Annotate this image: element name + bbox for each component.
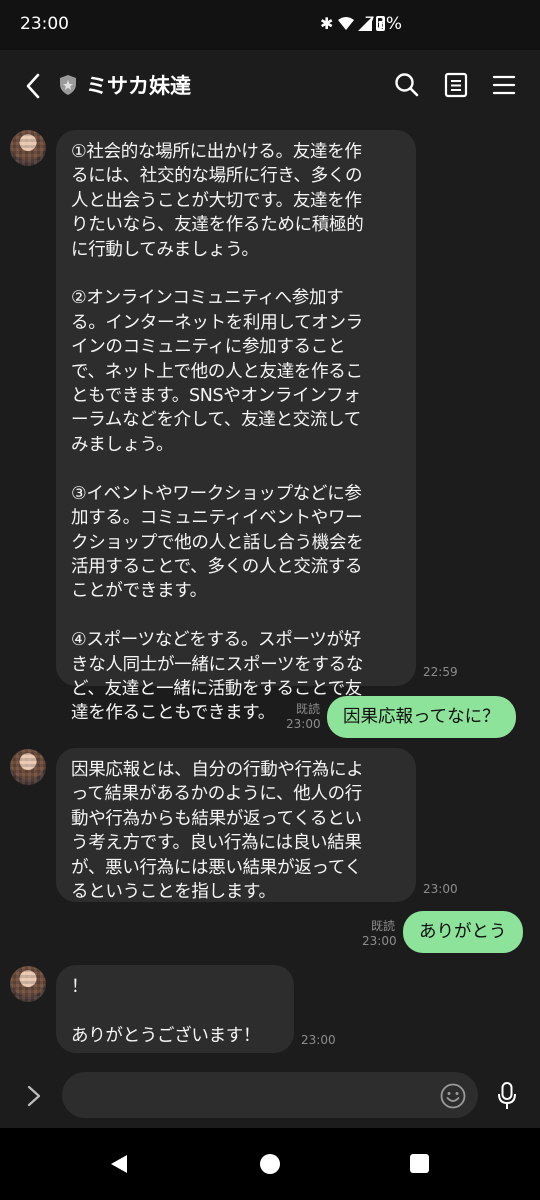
wifi-icon — [338, 17, 354, 30]
status-time: 23:00 — [20, 14, 69, 34]
avatar[interactable] — [10, 749, 46, 785]
avatar[interactable] — [10, 130, 46, 166]
status-icons: ✱ 73% — [280, 14, 540, 38]
notes-icon[interactable] — [441, 70, 471, 100]
shield-icon — [60, 75, 76, 95]
message-time: 23:00 — [286, 717, 321, 731]
read-receipt: 既読 — [295, 702, 320, 716]
outgoing-message-bubble[interactable]: 因果応報ってなに？ — [327, 696, 516, 738]
search-icon[interactable] — [392, 70, 422, 100]
message-list[interactable]: ①社会的な場所に出かける。友達を作 るには、社交的な場所に行き、多くの 人と出会… — [0, 120, 540, 1064]
outgoing-message-bubble[interactable]: ありがとう — [403, 911, 523, 953]
incoming-message-bubble[interactable]: ①社会的な場所に出かける。友達を作 るには、社交的な場所に行き、多くの 人と出会… — [56, 130, 416, 723]
chat-title: ミサカ妹達 — [86, 74, 191, 98]
message-input[interactable] — [62, 1072, 478, 1118]
nav-recents-icon[interactable] — [410, 1154, 429, 1173]
chat-header: ミサカ妹達 — [0, 50, 540, 120]
emoji-icon[interactable] — [440, 1083, 466, 1109]
incoming-message-bubble[interactable]: ！ ありがとうございます！ — [56, 965, 294, 1053]
message-time: 23:00 — [301, 1033, 336, 1047]
message-time: 23:00 — [362, 934, 397, 948]
nav-back-icon[interactable] — [109, 1154, 129, 1174]
nav-home-icon[interactable] — [260, 1154, 280, 1174]
composer-bar — [0, 1064, 540, 1128]
bluetooth-icon: ✱ — [320, 14, 334, 33]
status-bar: 23:00 ✱ 73% — [0, 0, 540, 50]
system-nav-bar — [0, 1128, 540, 1200]
message-time: 22:59 — [423, 665, 458, 679]
chevron-right-icon[interactable] — [24, 1084, 44, 1108]
read-receipt: 既読 — [370, 919, 395, 933]
back-arrow-icon[interactable] — [22, 72, 44, 100]
avatar[interactable] — [10, 966, 46, 1002]
battery-percent: 73% — [364, 14, 402, 34]
menu-icon[interactable] — [489, 70, 519, 100]
microphone-icon[interactable] — [496, 1081, 518, 1111]
message-time: 23:00 — [423, 882, 458, 896]
incoming-message-bubble[interactable]: 因果応報とは、自分の行動や行為によ って結果があるかのように、他人の行 動や行為… — [56, 748, 416, 902]
